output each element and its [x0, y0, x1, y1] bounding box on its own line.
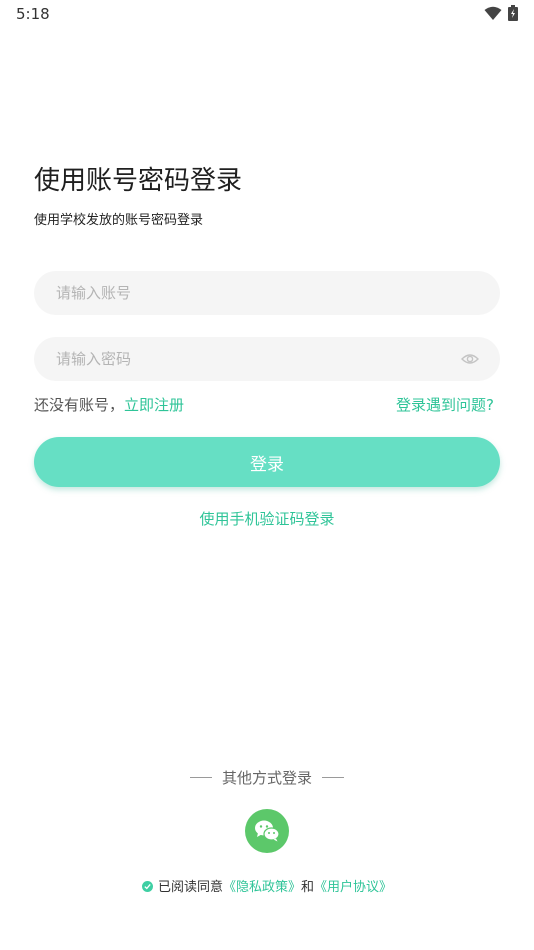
privacy-policy-link[interactable]: 《隐私政策》 [223, 880, 301, 895]
page-subtitle: 使用学校发放的账号密码登录 [34, 213, 204, 228]
login-trouble-link[interactable]: 登录遇到问题? [396, 394, 494, 415]
login-button[interactable]: 登录 [34, 437, 500, 487]
user-agreement-link[interactable]: 《用户协议》 [314, 880, 392, 895]
other-login-divider: 其他方式登录 [0, 767, 534, 787]
other-login-label: 其他方式登录 [221, 769, 312, 787]
password-input[interactable] [56, 337, 446, 381]
account-field-container [34, 271, 500, 315]
sms-login-link[interactable]: 使用手机验证码登录 [0, 508, 534, 529]
agreement-row: 已阅读同意《隐私政策》和《用户协议》 [0, 876, 534, 895]
check-icon [144, 883, 151, 890]
divider-line-right [322, 777, 344, 778]
register-link[interactable]: 立即注册 [124, 396, 184, 414]
wifi-icon [484, 6, 502, 20]
helper-row: 还没有账号，立即注册 登录遇到问题? [34, 394, 500, 414]
battery-charging-icon [508, 5, 518, 21]
account-input[interactable] [56, 271, 446, 315]
no-account-text: 还没有账号， [34, 396, 125, 414]
page-title: 使用账号密码登录 [34, 166, 243, 196]
wechat-icon [255, 820, 280, 842]
agreement-conjunction: 和 [301, 880, 315, 895]
eye-icon[interactable] [460, 350, 480, 368]
agree-checkbox[interactable] [141, 881, 153, 892]
divider-line-left [189, 777, 212, 778]
agreement-prefix: 已阅读同意 [157, 880, 223, 895]
status-bar: 5:18 [0, 0, 534, 28]
status-time: 5:18 [16, 5, 50, 23]
password-field-container [34, 337, 500, 381]
wechat-login-button[interactable] [245, 809, 289, 853]
